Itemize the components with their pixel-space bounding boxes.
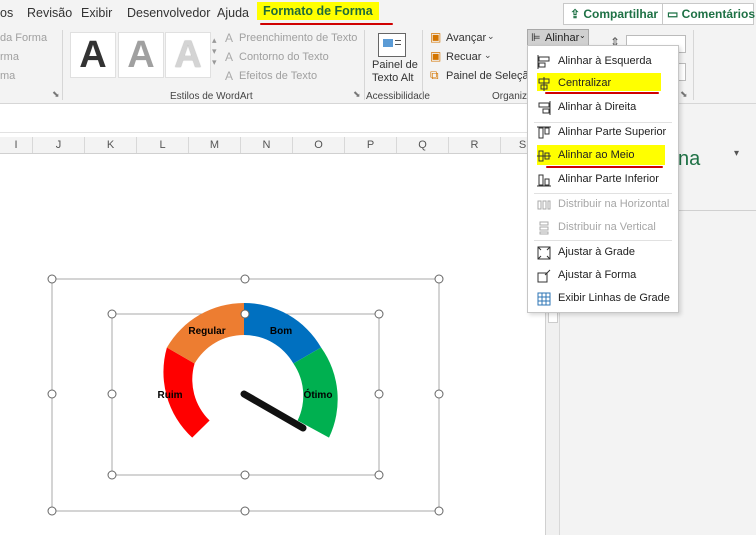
resize-handle[interactable] — [240, 309, 250, 319]
comments-button[interactable]: ▭ Comentários — [662, 3, 755, 25]
share-button[interactable]: ⇪ Compartilhar — [563, 3, 666, 25]
resize-handle[interactable] — [374, 309, 384, 319]
distribute-vertical-icon — [539, 221, 549, 235]
menu-item-view-gridlines[interactable]: Exibir Linhas de Grade — [528, 288, 678, 310]
share-icon: ⇪ — [570, 7, 584, 21]
snap-to-shape-icon — [537, 269, 551, 283]
menu-item-align-left[interactable]: Alinhar à Esquerda — [528, 51, 678, 73]
resize-handle[interactable] — [434, 389, 444, 399]
resize-handle[interactable] — [107, 389, 117, 399]
resize-handle[interactable] — [47, 274, 57, 284]
chevron-down-icon[interactable]: ▾ — [734, 148, 739, 159]
snap-to-grid-icon — [537, 246, 551, 260]
gauge-label-good: Bom — [270, 326, 292, 337]
pane-title: na — [678, 148, 701, 170]
align-right-icon — [538, 101, 551, 115]
resize-handle[interactable] — [47, 506, 57, 516]
align-top-icon — [537, 126, 551, 139]
menu-item-distribute-vertical: Distribuir na Vertical — [528, 217, 678, 239]
distribute-horizontal-icon — [537, 200, 551, 210]
resize-handle[interactable] — [240, 506, 250, 516]
align-dropdown-menu: Alinhar à Esquerda Centralizar Alinhar à… — [527, 45, 679, 313]
resize-handle[interactable] — [374, 470, 384, 480]
gridlines-icon — [537, 292, 551, 306]
gauge-label-bad: Ruim — [158, 390, 183, 401]
align-middle-icon — [537, 150, 551, 162]
divider — [693, 30, 694, 100]
gauge-needle[interactable] — [240, 390, 307, 432]
dialog-launcher-icon[interactable]: ⬊ — [680, 89, 688, 100]
menu-item-distribute-horizontal: Distribuir na Horizontal — [528, 194, 678, 216]
comment-icon: ▭ — [667, 7, 682, 21]
resize-handle[interactable] — [107, 309, 117, 319]
menu-item-align-bottom[interactable]: Alinhar Parte Inferior — [528, 169, 678, 191]
resize-handle[interactable] — [434, 506, 444, 516]
resize-handle[interactable] — [240, 470, 250, 480]
resize-handle[interactable] — [240, 274, 250, 284]
menu-item-align-center[interactable]: Centralizar — [528, 73, 678, 95]
resize-handle[interactable] — [107, 470, 117, 480]
menu-item-snap-to-shape[interactable]: Ajustar à Forma — [528, 265, 678, 287]
chevron-down-icon: ⌄ — [579, 31, 586, 40]
menu-item-align-right[interactable]: Alinhar à Direita — [528, 97, 678, 119]
menu-item-align-middle[interactable]: Alinhar ao Meio — [528, 145, 678, 167]
gauge-label-great: Ótimo — [304, 388, 333, 401]
align-center-icon — [538, 77, 550, 91]
resize-handle[interactable] — [374, 389, 384, 399]
resize-handle[interactable] — [434, 274, 444, 284]
menu-separator — [534, 240, 672, 241]
menu-item-align-top[interactable]: Alinhar Parte Superior — [528, 122, 678, 144]
divider — [678, 210, 756, 211]
align-bottom-icon — [537, 174, 551, 187]
align-left-icon — [537, 55, 550, 69]
gauge-label-fair: Regular — [188, 326, 225, 337]
resize-handle[interactable] — [47, 389, 57, 399]
gauge-canvas: Ruim Regular Bom Ótimo — [47, 274, 444, 516]
menu-item-snap-to-grid[interactable]: Ajustar à Grade — [528, 242, 678, 264]
